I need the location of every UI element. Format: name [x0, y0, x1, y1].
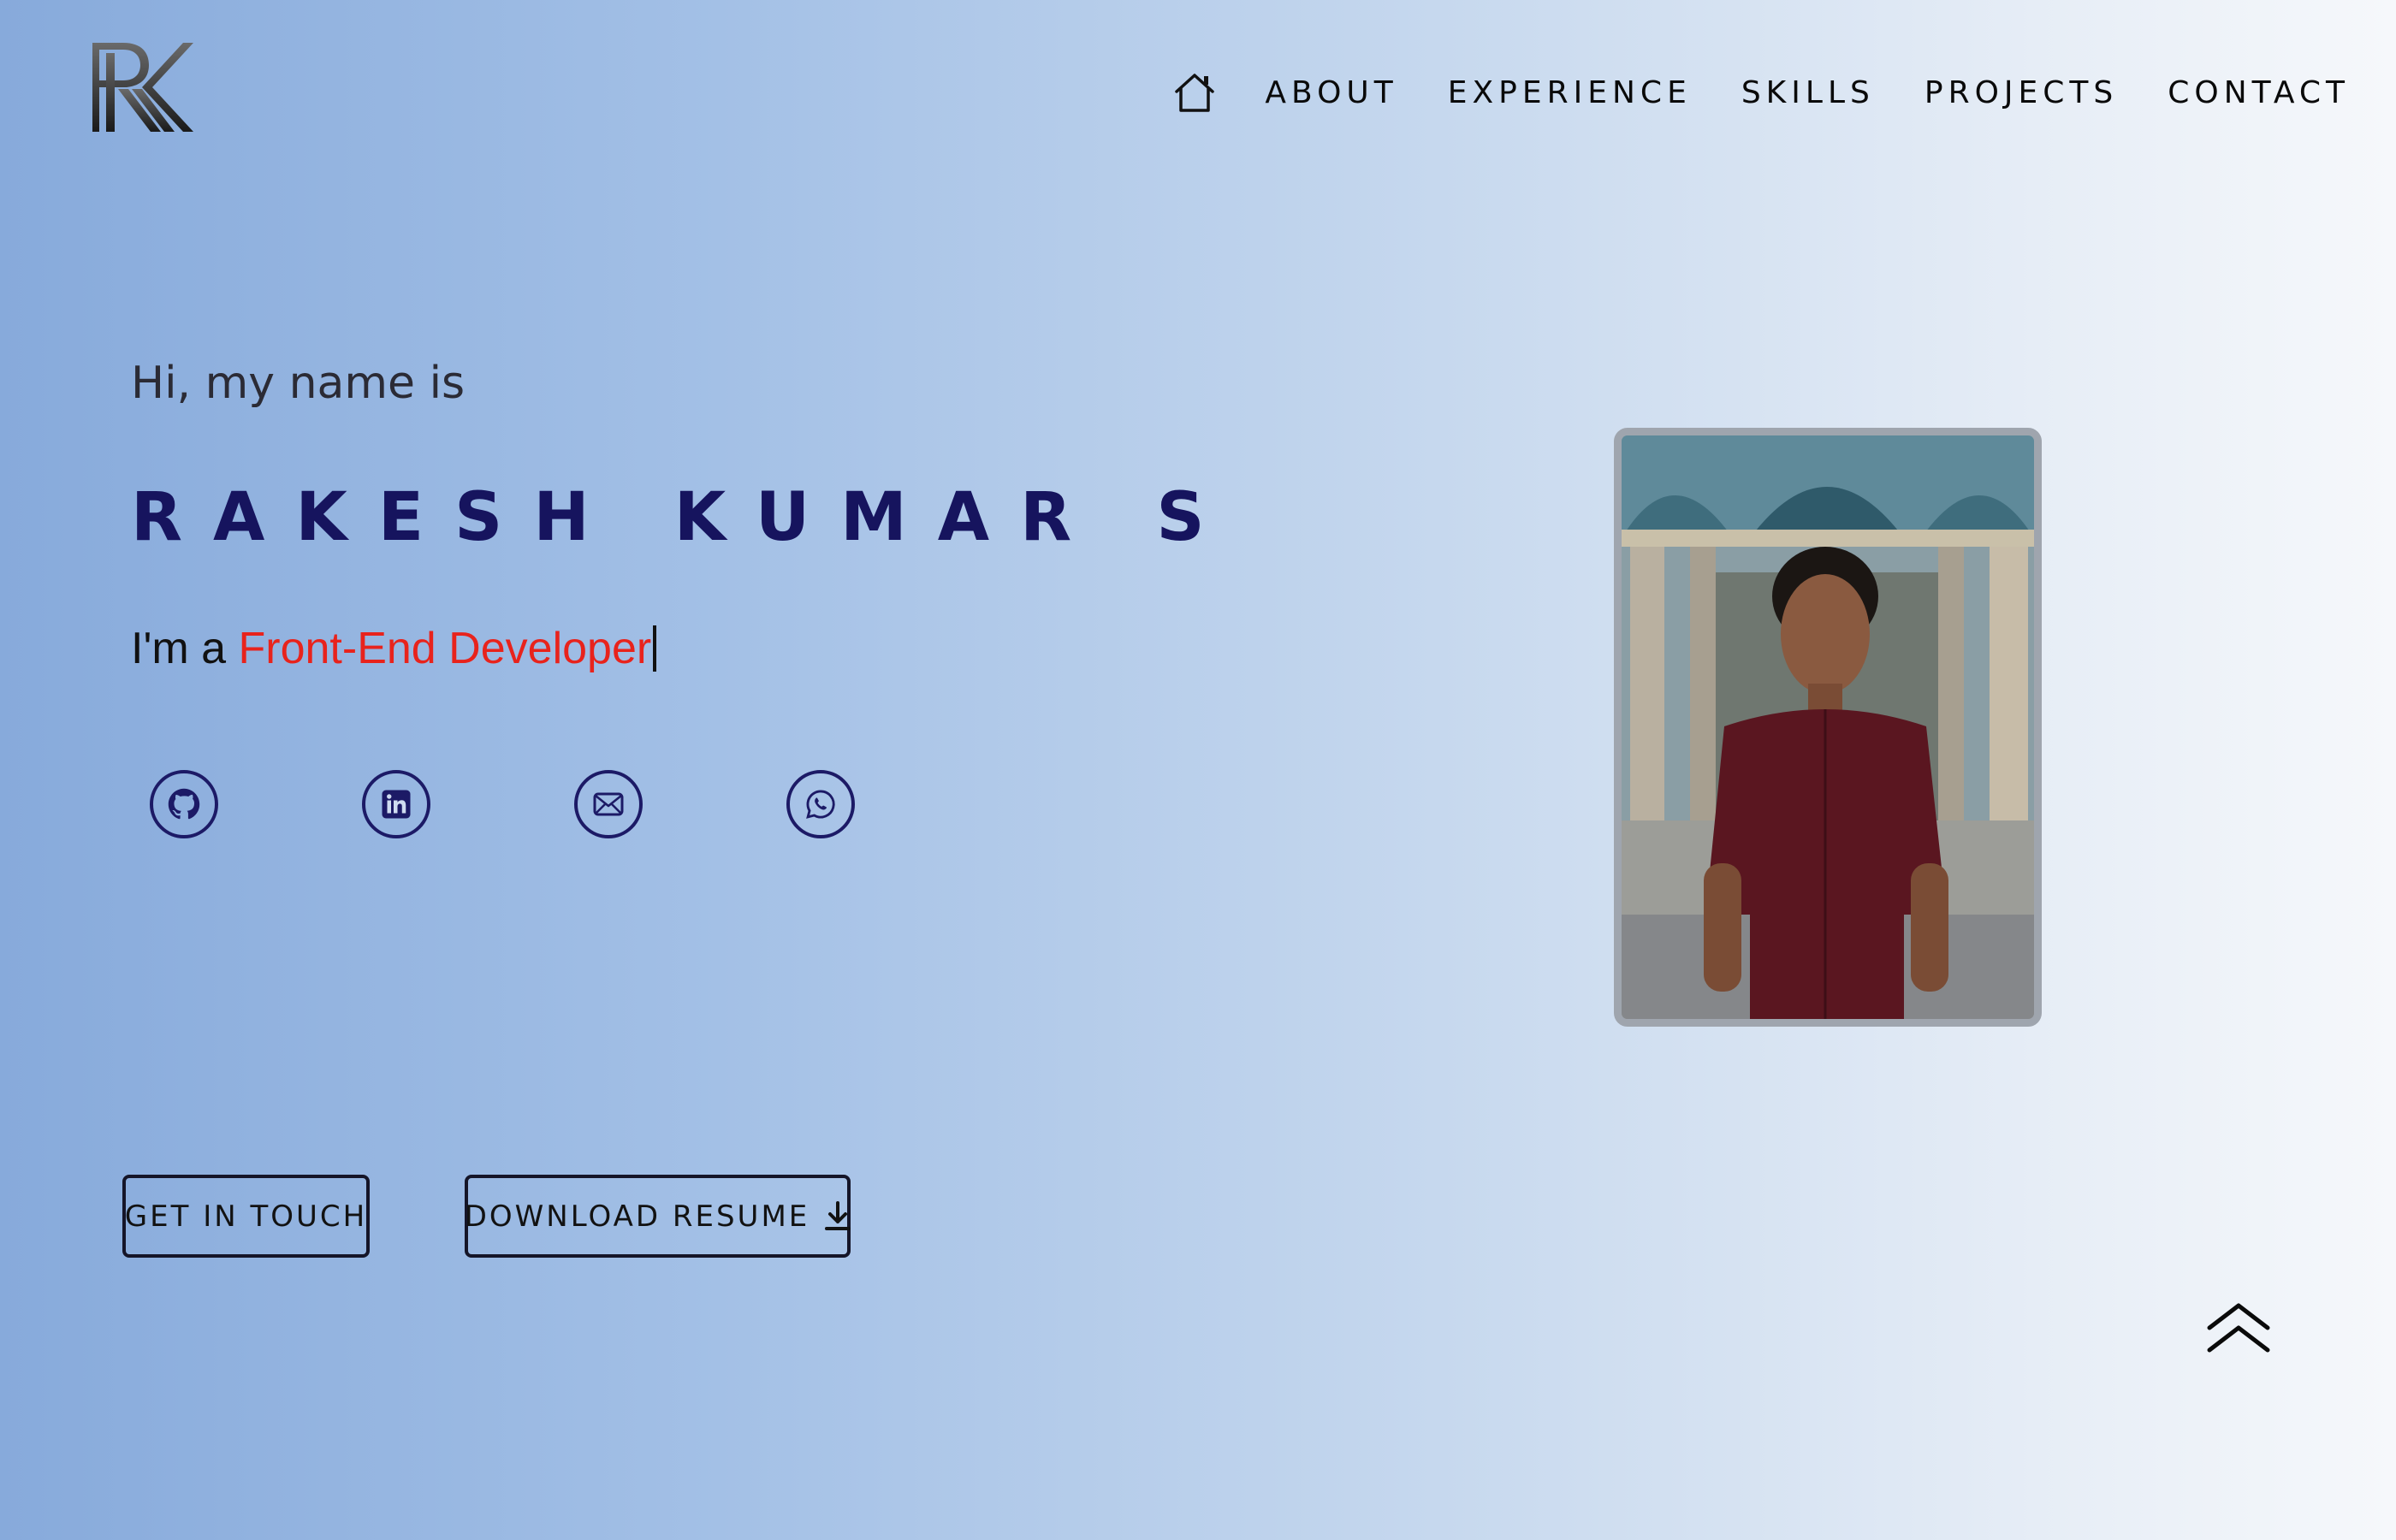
whatsapp-link[interactable]: [786, 770, 855, 838]
logo[interactable]: [89, 39, 193, 135]
github-icon: [168, 788, 200, 820]
main-nav: ABOUT EXPERIENCE SKILLS PROJECTS CONTACT: [1171, 68, 2350, 116]
get-in-touch-label: GET IN TOUCH: [124, 1199, 368, 1234]
mail-icon: [593, 792, 624, 816]
home-icon: [1175, 74, 1215, 112]
get-in-touch-button[interactable]: GET IN TOUCH: [122, 1175, 370, 1258]
nav-experience[interactable]: EXPERIENCE: [1448, 75, 1692, 110]
download-icon: [825, 1200, 851, 1232]
hero-name: RAKESH KUMAR S: [131, 479, 1236, 556]
whatsapp-icon: [806, 790, 835, 819]
profile-photo: [1614, 428, 2042, 1027]
download-resume-button[interactable]: DOWNLOAD RESUME: [465, 1175, 851, 1258]
role-line: I'm a Front-End Developer: [131, 623, 657, 674]
nav-projects[interactable]: PROJECTS: [1925, 75, 2118, 110]
download-resume-label: DOWNLOAD RESUME: [464, 1199, 810, 1234]
nav-skills[interactable]: SKILLS: [1741, 75, 1875, 110]
mail-link[interactable]: [574, 770, 643, 838]
role-highlight: Front-End Developer: [238, 624, 652, 673]
role-prefix: I'm a: [131, 624, 239, 673]
social-links: [150, 770, 855, 838]
typing-caret: [653, 625, 657, 672]
nav-home[interactable]: [1171, 68, 1219, 116]
github-link[interactable]: [150, 770, 218, 838]
linkedin-link[interactable]: [362, 770, 430, 838]
linkedin-icon: [382, 790, 411, 819]
nav-about[interactable]: ABOUT: [1265, 75, 1397, 110]
nav-contact[interactable]: CONTACT: [2168, 75, 2350, 110]
greeting: Hi, my name is: [131, 358, 466, 409]
double-chevron-up-icon[interactable]: [2206, 1302, 2271, 1355]
